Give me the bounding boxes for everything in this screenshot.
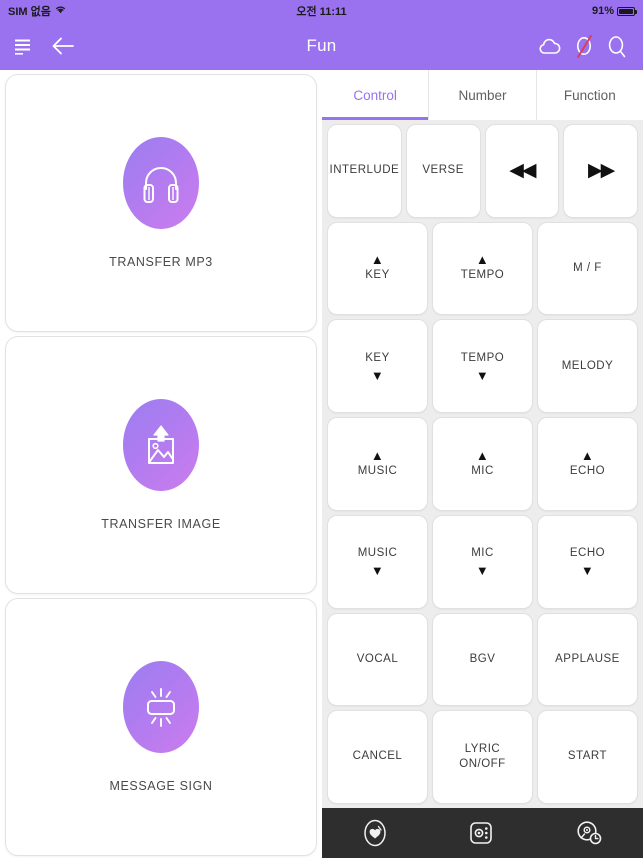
control-row: ▲ MUSIC ▲ MIC ▲ ECHO [327,417,638,511]
battery-icon [617,6,637,16]
echo-down-label: ECHO [569,547,606,560]
heart-circle-icon[interactable] [360,817,390,849]
cancel-button[interactable]: CANCEL [327,710,428,805]
transfer-mp3-card[interactable]: TRANSFER MP3 [5,74,317,332]
headphones-icon [123,137,199,229]
cancel-label: CANCEL [352,750,403,763]
equalizer-settings-icon[interactable] [466,818,496,848]
key-up-label: KEY [365,269,390,282]
bgv-button[interactable]: BGV [432,612,533,707]
arrow-up-icon: ▲ [580,447,595,463]
fast-forward-icon: ▶▶ [588,160,615,182]
arrow-down-icon: ▼ [370,562,385,578]
interlude-label: INTERLUDE [329,164,400,177]
nav-bar: Fun [0,22,643,70]
echo-up-button[interactable]: ▲ ECHO [537,417,638,511]
applause-label: APPLAUSE [555,652,620,665]
mic-down-label: MIC [471,547,494,560]
arrow-up-icon: ▲ [475,447,490,463]
message-sign-icon [123,661,199,753]
feature-card-list: TRANSFER MP3 TRANSFER IMAGE MESSAGE SIGN [0,70,322,858]
nav-bar-left [14,36,75,56]
cloud-icon[interactable] [537,34,563,58]
tab-function-label: Function [563,87,616,103]
vocal-label: VOCAL [356,652,399,665]
hamburger-menu-icon[interactable] [14,38,33,55]
arrow-down-icon: ▼ [475,367,490,383]
music-up-label: MUSIC [357,464,398,477]
lyric-on-off-label: LYRIC ON/OFF [459,742,506,771]
melody-button[interactable]: MELODY [537,319,638,414]
arrow-down-icon: ▼ [580,562,595,578]
male-female-label: M / F [573,261,602,274]
key-down-button[interactable]: KEY ▼ [327,319,428,414]
control-button-grid: INTERLUDE VERSE ◀◀ ▶▶ ▲ KEY ▲ TEMPO M / … [322,120,643,808]
verse-button[interactable]: VERSE [405,124,481,218]
tab-number[interactable]: Number [429,70,537,120]
mic-up-button[interactable]: ▲ MIC [432,417,533,511]
status-bar-time: 오전 11:11 [296,6,347,18]
arrow-down-icon: ▼ [475,562,490,578]
tab-control[interactable]: Control [322,70,430,120]
tempo-up-button[interactable]: ▲ TEMPO [432,221,533,316]
arrow-up-icon: ▲ [475,252,490,268]
arrow-up-icon: ▲ [370,252,385,268]
music-up-button[interactable]: ▲ MUSIC [327,417,428,511]
tab-control-label: Control [353,87,397,103]
rewind-button[interactable]: ◀◀ [484,124,560,218]
tab-function[interactable]: Function [537,70,643,120]
tab-number-label: Number [458,87,507,103]
control-row: ▲ KEY ▲ TEMPO M / F [327,221,638,316]
control-row: VOCAL BGV APPLAUSE [327,612,638,707]
app-root: SIM 없음 오전 11:11 91% Fun TRANSFER MP3 TRA… [0,0,643,858]
music-down-button[interactable]: MUSIC ▼ [327,514,428,609]
message-sign-label: MESSAGE SIGN [109,779,213,793]
search-icon[interactable] [605,33,629,59]
key-down-label: KEY [365,352,390,365]
tempo-down-button[interactable]: TEMPO ▼ [432,319,533,414]
fast-forward-button[interactable]: ▶▶ [563,124,638,218]
key-up-button[interactable]: ▲ KEY [327,221,428,316]
control-row: CANCEL LYRIC ON/OFF START [327,710,638,805]
message-sign-card[interactable]: MESSAGE SIGN [5,598,317,856]
arrow-up-icon: ▲ [370,447,385,463]
start-label: START [567,750,608,763]
control-row: INTERLUDE VERSE ◀◀ ▶▶ [327,124,638,218]
image-upload-icon [123,399,199,491]
status-bar: SIM 없음 오전 11:11 91% [0,0,643,22]
control-row: KEY ▼ TEMPO ▼ MELODY [327,319,638,414]
interlude-button[interactable]: INTERLUDE [327,124,402,218]
nav-bar-right [537,33,629,59]
control-panel: Control Number Function INTERLUDE VERSE [322,70,643,858]
bgv-label: BGV [469,652,496,665]
applause-button[interactable]: APPLAUSE [537,612,638,707]
tab-bar: Control Number Function [322,70,643,120]
disc-history-icon[interactable] [573,817,605,849]
lyric-on-off-button[interactable]: LYRIC ON/OFF [432,710,533,805]
tempo-down-label: TEMPO [460,352,505,365]
verse-label: VERSE [422,164,464,177]
echo-up-label: ECHO [569,464,606,477]
mic-up-label: MIC [471,464,494,477]
bottom-tool-bar [322,808,643,858]
start-button[interactable]: START [537,710,638,805]
arrow-down-icon: ▼ [370,367,385,383]
battery-percent-label: 91% [591,5,614,17]
content-area: TRANSFER MP3 TRANSFER IMAGE MESSAGE SIGN… [0,70,643,858]
transfer-image-card[interactable]: TRANSFER IMAGE [5,336,317,594]
transfer-mp3-label: TRANSFER MP3 [109,255,213,269]
male-female-button[interactable]: M / F [537,221,638,316]
tempo-up-label: TEMPO [460,269,505,282]
mute-slash-icon[interactable] [572,33,596,59]
vocal-button[interactable]: VOCAL [327,612,428,707]
status-bar-right: 91% [591,5,637,17]
transfer-image-label: TRANSFER IMAGE [101,517,221,531]
rewind-icon: ◀◀ [509,160,536,182]
mic-down-button[interactable]: MIC ▼ [432,514,533,609]
music-down-label: MUSIC [357,547,398,560]
echo-down-button[interactable]: ECHO ▼ [537,514,638,609]
back-arrow-icon[interactable] [51,36,75,56]
control-row: MUSIC ▼ MIC ▼ ECHO ▼ [327,514,638,609]
melody-label: MELODY [561,359,614,372]
